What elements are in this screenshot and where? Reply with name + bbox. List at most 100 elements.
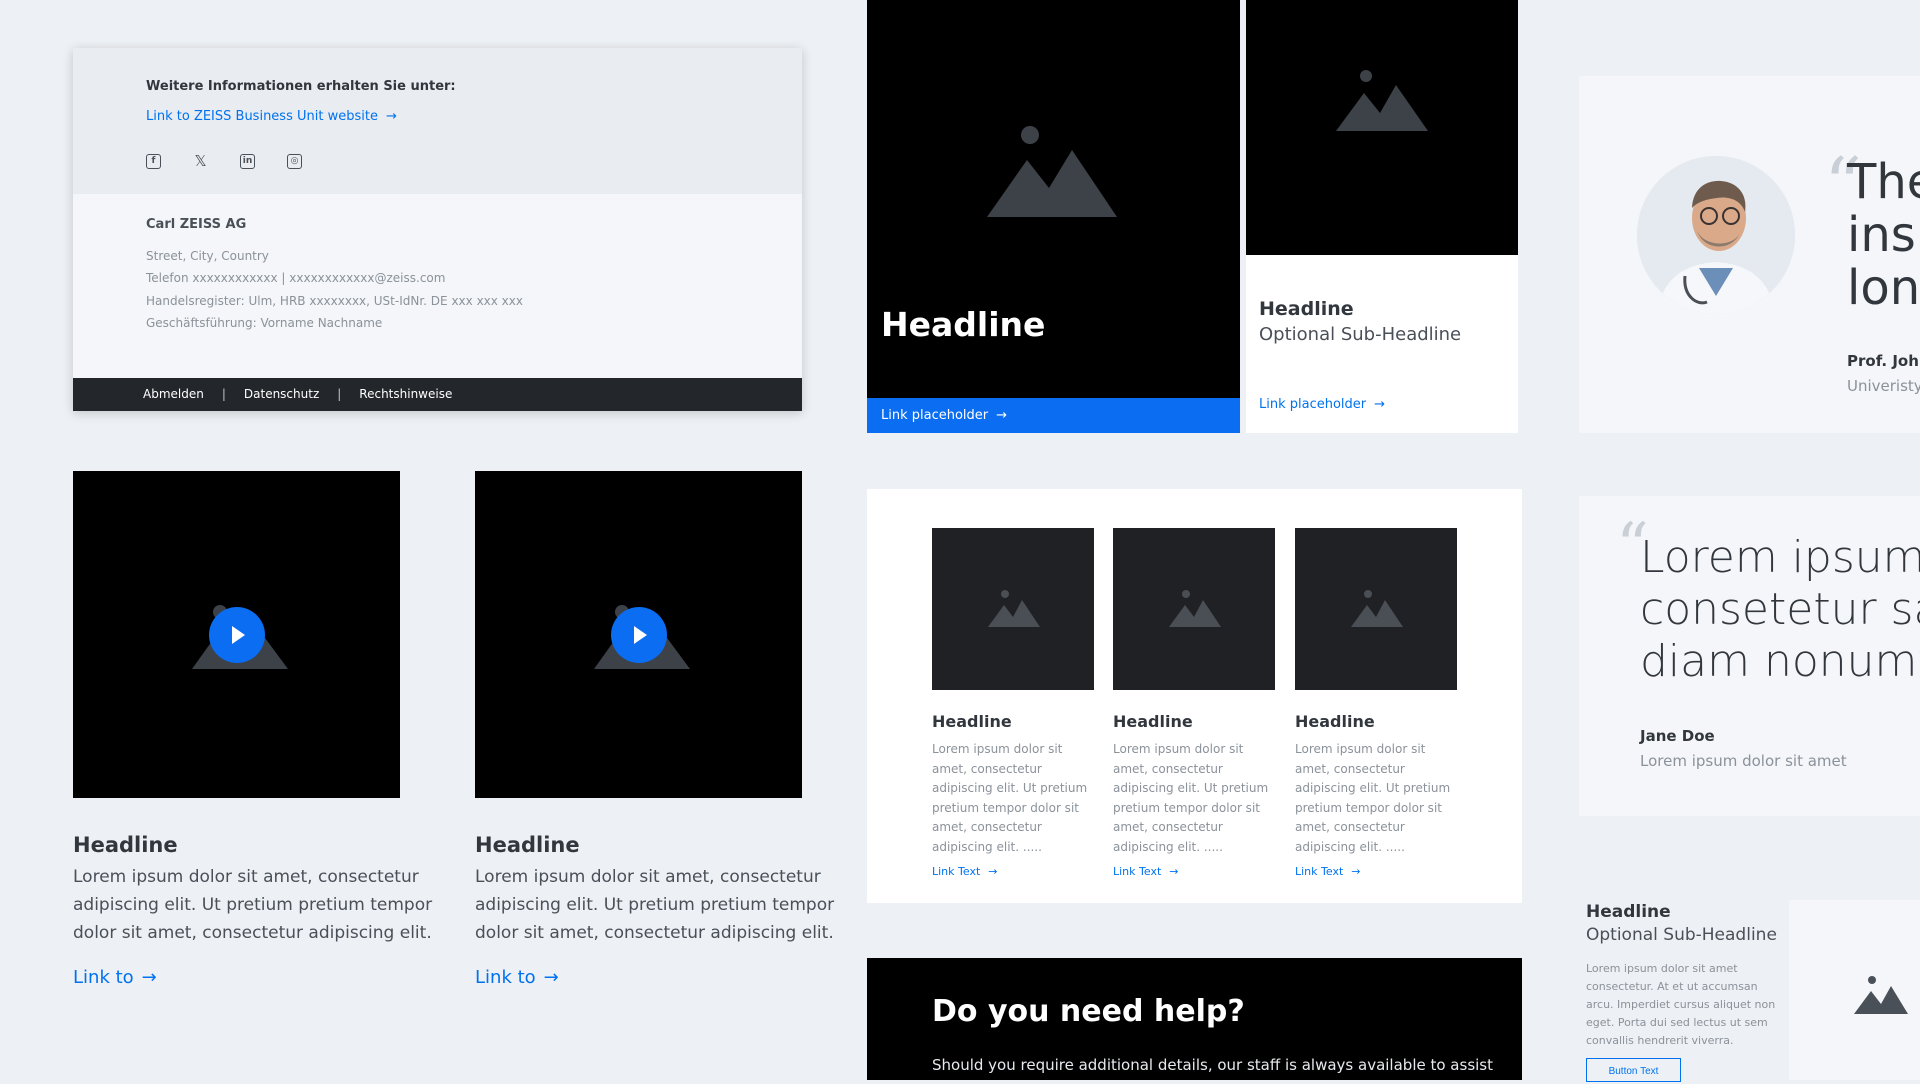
- hero-link-text[interactable]: Link placeholder: [881, 408, 988, 423]
- teaser-headline: Headline: [932, 712, 1012, 731]
- teaser-image: [1113, 528, 1275, 690]
- image-placeholder-icon: [1169, 590, 1221, 627]
- arrow-right-icon: →: [1374, 397, 1386, 412]
- unsubscribe-link[interactable]: Abmelden: [143, 387, 204, 401]
- quote-line: Lorem ipsum: [1640, 532, 1920, 583]
- email-footer-card: Weitere Informationen erhalten Sie unter…: [73, 48, 802, 411]
- video-description: Lorem ipsum dolor sit amet, consectetur …: [475, 867, 835, 943]
- image-card: Headline Optional Sub-Headline Link plac…: [1246, 0, 1518, 433]
- footer-top-section: Weitere Informationen erhalten Sie unter…: [73, 48, 802, 194]
- side-image: [1789, 900, 1920, 1080]
- video-thumbnail[interactable]: [475, 471, 802, 798]
- quote-line: diam nonumy: [1640, 636, 1920, 687]
- contact-line: Telefon xxxxxxxxxxxx | xxxxxxxxxxxx@zeis…: [146, 271, 446, 285]
- register-line: Handelsregister: Ulm, HRB xxxxxxxx, USt-…: [146, 294, 523, 308]
- video-link[interactable]: Link to →: [73, 967, 433, 988]
- separator: |: [221, 387, 226, 401]
- instagram-icon[interactable]: ◎: [287, 154, 302, 169]
- social-links: f 𝕏 in ◎: [146, 154, 302, 169]
- teaser-link[interactable]: Link Text →: [1113, 865, 1275, 878]
- help-headline: Do you need help?: [932, 994, 1245, 1029]
- arrow-right-icon: →: [1351, 865, 1361, 878]
- company-name: Carl ZEISS AG: [146, 217, 247, 232]
- x-icon[interactable]: 𝕏: [193, 154, 208, 169]
- hero-headline: Headline: [881, 305, 1046, 344]
- quote-line: The: [1847, 154, 1920, 210]
- side-button[interactable]: Button Text: [1586, 1058, 1681, 1082]
- play-button[interactable]: [610, 606, 667, 663]
- side-teaser: Headline Optional Sub-Headline Lorem ips…: [1579, 900, 1920, 1082]
- quote-organization: Univeristy: [1847, 377, 1920, 395]
- arrow-right-icon: →: [996, 408, 1008, 423]
- help-text: Should you require additional details, o…: [932, 1056, 1493, 1074]
- teaser-image: [932, 528, 1094, 690]
- info-label: Weitere Informationen erhalten Sie unter…: [146, 79, 456, 94]
- arrow-right-icon: →: [543, 967, 559, 988]
- video-link[interactable]: Link to →: [475, 967, 835, 988]
- video-teaser-text: Headline Lorem ipsum dolor sit amet, con…: [73, 833, 433, 988]
- quote-author-role: Lorem ipsum dolor sit amet: [1640, 752, 1847, 770]
- video-thumbnail[interactable]: [73, 471, 400, 798]
- teaser-grid: Headline Lorem ipsum dolor sit amet, con…: [867, 489, 1522, 903]
- video-link-text[interactable]: Link to: [475, 967, 536, 988]
- side-headline: Headline: [1586, 902, 1671, 922]
- video-teaser-text: Headline Lorem ipsum dolor sit amet, con…: [475, 833, 835, 988]
- teaser-link[interactable]: Link Text →: [932, 865, 1094, 878]
- image-placeholder-icon: [1854, 976, 1908, 1014]
- quote-card: “ Lorem ipsum consetetur sad diam nonumy…: [1579, 496, 1920, 816]
- video-link-text[interactable]: Link to: [73, 967, 134, 988]
- quote-text: The insp long: [1847, 156, 1920, 315]
- footer-address-section: Carl ZEISS AG Street, City, Country Tele…: [73, 194, 802, 374]
- quote-author: Jane Doe: [1640, 727, 1715, 745]
- image-placeholder-icon: [1351, 590, 1403, 627]
- footer-bar: Abmelden | Datenschutz | Rechtshinweise: [73, 378, 802, 411]
- quote-line: consetetur sad: [1640, 584, 1920, 635]
- address-line: Street, City, Country: [146, 249, 269, 263]
- teaser-link-text[interactable]: Link Text: [1295, 865, 1343, 878]
- teaser-item: Headline Lorem ipsum dolor sit amet, con…: [932, 528, 1094, 878]
- teaser-image: [1295, 528, 1457, 690]
- arrow-right-icon: →: [385, 109, 397, 124]
- facebook-icon[interactable]: f: [146, 154, 161, 169]
- hero-link-bar[interactable]: Link placeholder →: [867, 398, 1240, 433]
- quote-text: Lorem ipsum consetetur sad diam nonumy: [1640, 532, 1920, 688]
- hero-card: Headline Link placeholder →: [867, 0, 1240, 433]
- linkedin-icon[interactable]: in: [240, 154, 255, 169]
- business-unit-link[interactable]: Link to ZEISS Business Unit website →: [146, 109, 397, 124]
- image-placeholder-icon: [987, 126, 1117, 217]
- management-line: Geschäftsführung: Vorname Nachname: [146, 316, 383, 330]
- play-button[interactable]: [208, 606, 265, 663]
- teaser-headline: Headline: [1113, 712, 1193, 731]
- teaser-item: Headline Lorem ipsum dolor sit amet, con…: [1113, 528, 1275, 878]
- side-subheadline: Optional Sub-Headline: [1586, 925, 1777, 945]
- teaser-text: Lorem ipsum dolor sit amet, consectetur …: [1113, 742, 1269, 854]
- arrow-right-icon: →: [1169, 865, 1179, 878]
- doctor-portrait-image: [1637, 156, 1795, 314]
- card-link-text[interactable]: Link placeholder: [1259, 397, 1366, 412]
- separator: |: [337, 387, 342, 401]
- testimonial-card: “ The insp long Prof. John Univeristy: [1579, 76, 1920, 433]
- image-placeholder-icon: [988, 590, 1040, 627]
- privacy-link[interactable]: Datenschutz: [244, 387, 319, 401]
- legal-link[interactable]: Rechtshinweise: [359, 387, 452, 401]
- quote-line: long: [1847, 260, 1920, 316]
- quote-author: Prof. John: [1847, 352, 1920, 370]
- teaser-headline: Headline: [1295, 712, 1375, 731]
- card-image: [1246, 0, 1518, 255]
- card-link[interactable]: Link placeholder →: [1259, 397, 1385, 412]
- teaser-item: Headline Lorem ipsum dolor sit amet, con…: [1295, 528, 1457, 878]
- image-placeholder-icon: [1336, 70, 1428, 131]
- help-box: Do you need help? Should you require add…: [867, 958, 1522, 1080]
- arrow-right-icon: →: [988, 865, 998, 878]
- video-headline: Headline: [73, 833, 178, 857]
- teaser-link-text[interactable]: Link Text: [1113, 865, 1161, 878]
- side-text: Lorem ipsum dolor sit amet consectetur. …: [1586, 962, 1776, 1047]
- teaser-link-text[interactable]: Link Text: [932, 865, 980, 878]
- arrow-right-icon: →: [141, 967, 157, 988]
- teaser-link[interactable]: Link Text →: [1295, 865, 1457, 878]
- card-subheadline: Optional Sub-Headline: [1259, 324, 1462, 345]
- business-unit-link-text[interactable]: Link to ZEISS Business Unit website: [146, 109, 378, 124]
- avatar: [1637, 156, 1795, 314]
- quote-line: insp: [1847, 207, 1920, 263]
- card-headline: Headline: [1259, 298, 1354, 320]
